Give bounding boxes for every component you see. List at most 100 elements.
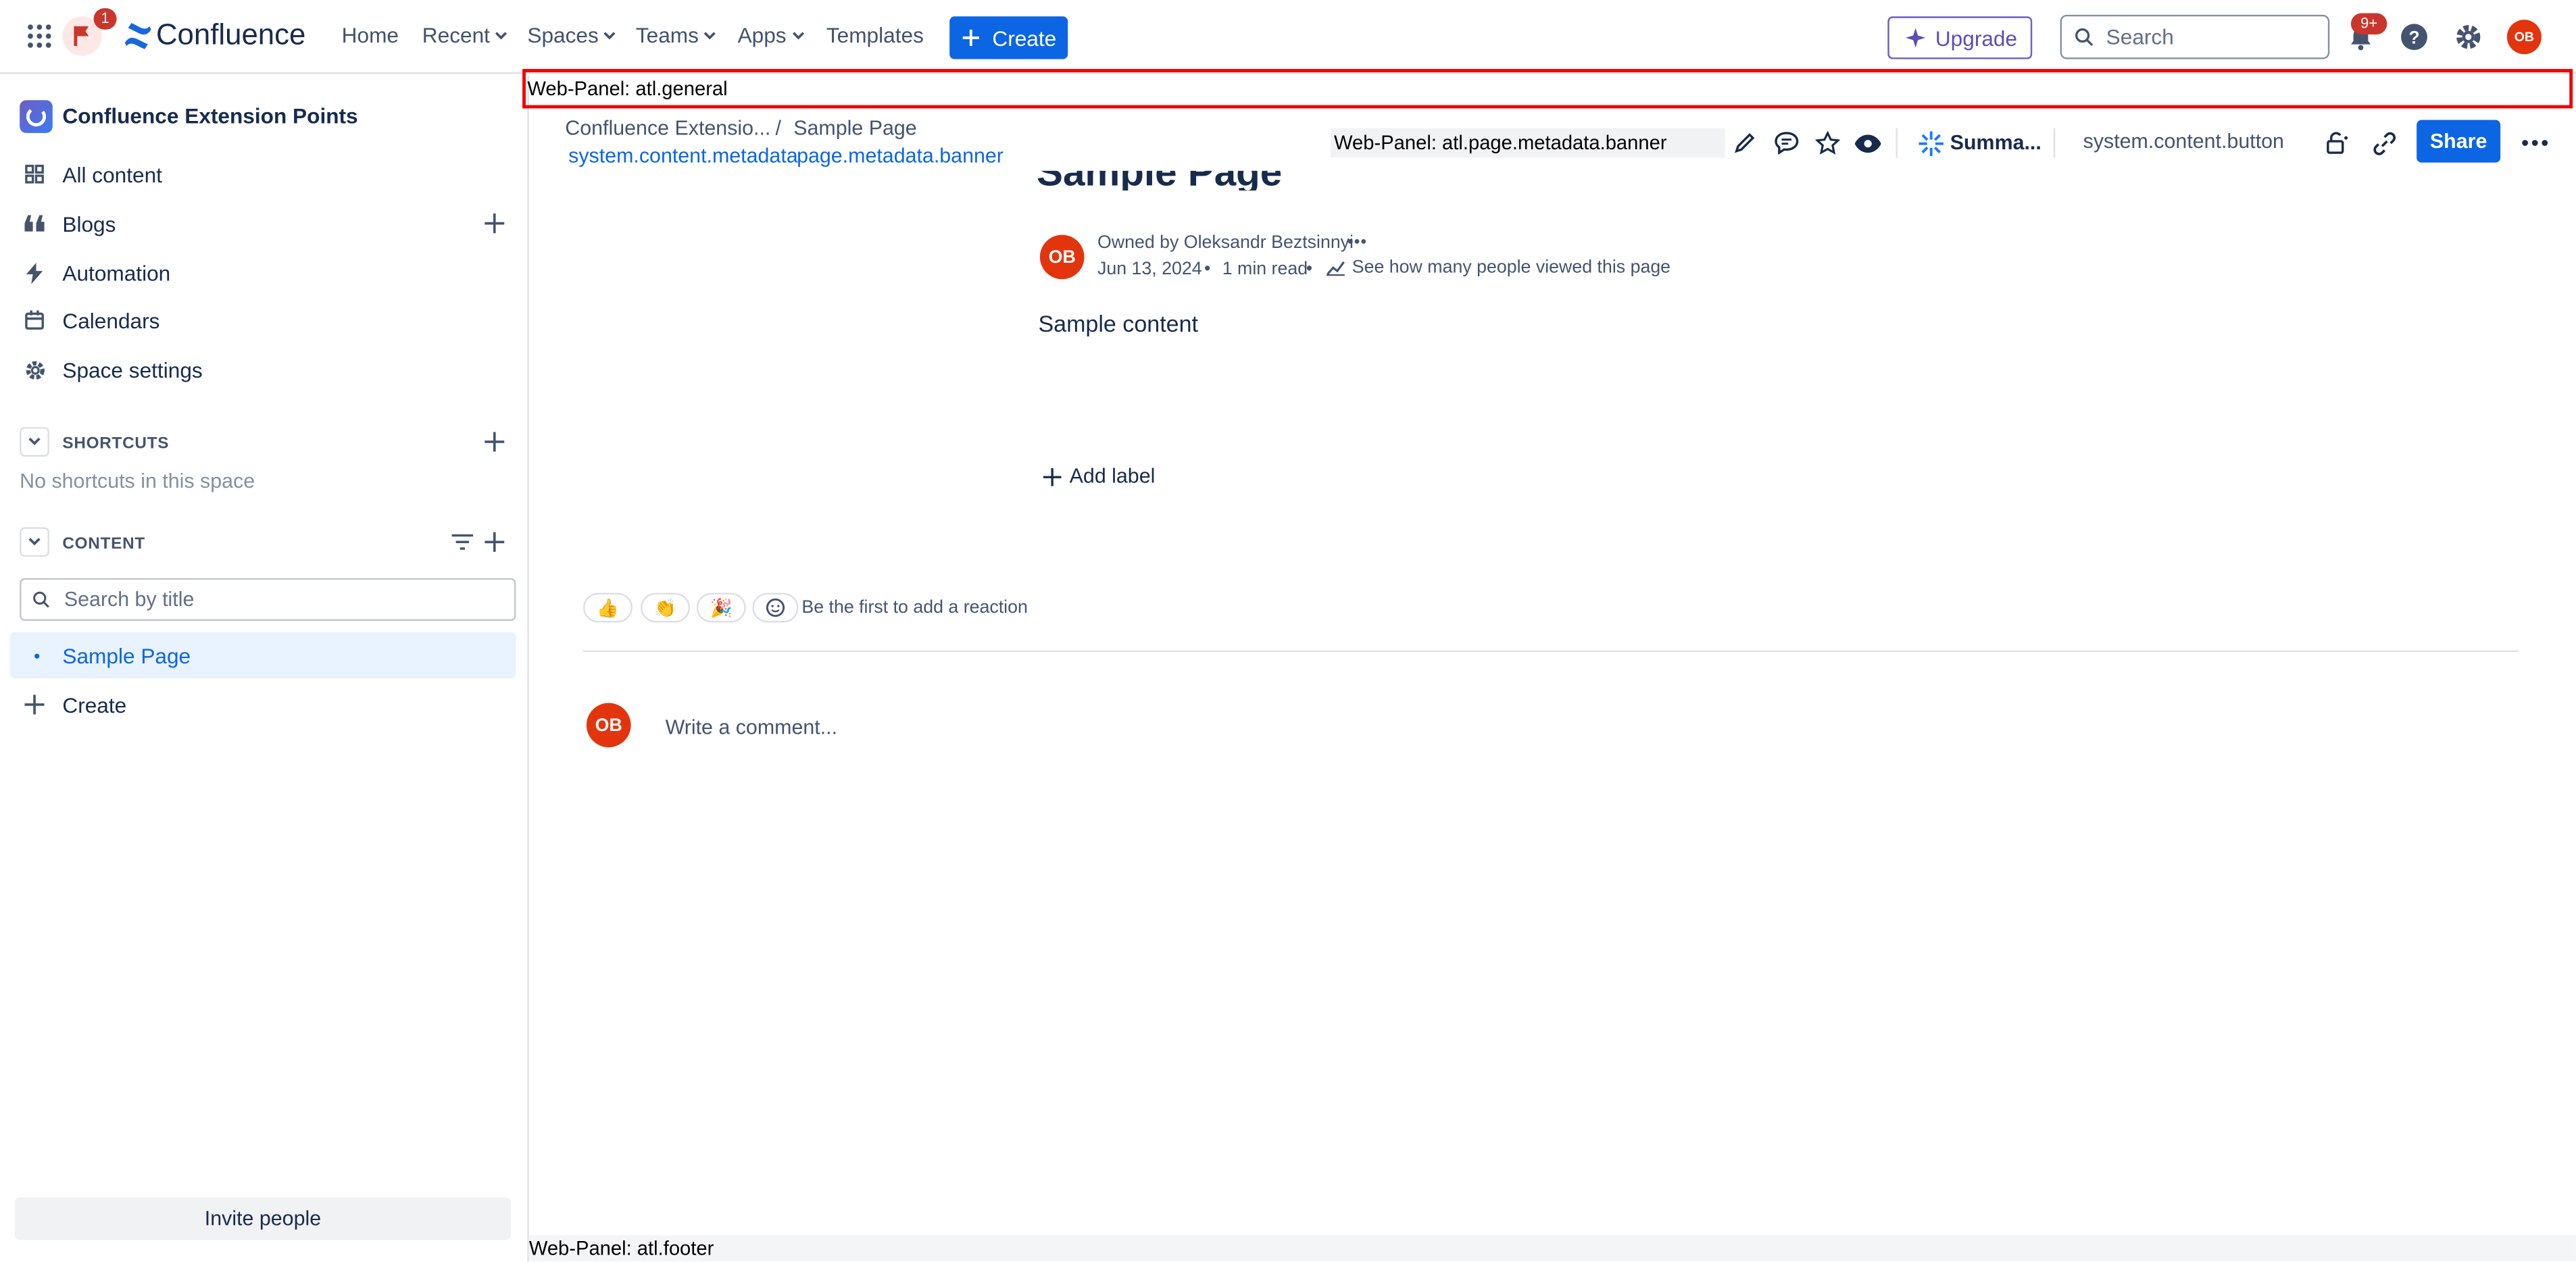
nav-teams[interactable]: Teams: [635, 23, 717, 48]
add-reaction-button[interactable]: [752, 592, 799, 623]
shortcuts-collapse-toggle[interactable]: [20, 427, 49, 457]
content-heading: CONTENT: [62, 535, 146, 554]
nav-teams-label: Teams: [635, 23, 699, 48]
search-input[interactable]: Search: [2060, 14, 2330, 59]
chevron-down-icon: [28, 538, 41, 546]
add-label-button[interactable]: Add label: [1043, 465, 1155, 488]
create-button-label: Create: [992, 25, 1057, 51]
plus-icon: [1043, 467, 1062, 486]
space-name[interactable]: Confluence Extension Points: [62, 103, 357, 128]
search-by-title-input[interactable]: Search by title: [20, 578, 516, 621]
nav-apps-label: Apps: [737, 23, 787, 48]
upgrade-button[interactable]: Upgrade: [1887, 16, 2033, 59]
notification-badge: 1: [93, 8, 117, 30]
watch-eye-icon[interactable]: [1852, 126, 1885, 159]
updates-badge: 9+: [2350, 13, 2387, 35]
sidebar-item-calendars[interactable]: Calendars: [0, 297, 526, 343]
plus-icon: [962, 29, 979, 47]
chevron-down-icon: [704, 31, 716, 39]
nav-spaces[interactable]: Spaces: [527, 23, 616, 48]
tree-item-sample-page[interactable]: Sample Page: [9, 632, 516, 679]
summarize-button[interactable]: Summa...: [1918, 128, 2041, 158]
content-metadata-link[interactable]: system.content.metadata: [568, 145, 798, 168]
plus-icon: [22, 691, 48, 717]
page-body-text: Sample content: [1038, 310, 1198, 337]
upgrade-button-label: Upgrade: [1935, 25, 2018, 51]
web-panel-footer: Web-Panel: atl.footer: [528, 1235, 2576, 1262]
analytics-chart-icon: [1327, 261, 1345, 276]
breadcrumb-page[interactable]: Sample Page: [793, 117, 916, 140]
gear-icon: [22, 357, 48, 383]
reaction-clap-button[interactable]: 👏: [641, 592, 691, 623]
nav-recent[interactable]: Recent: [422, 23, 508, 48]
nav-templates-label: Templates: [826, 23, 924, 48]
comment-input[interactable]: Write a comment...: [666, 716, 837, 739]
sidebar-item-space-settings[interactable]: Space settings: [0, 347, 526, 393]
more-actions-icon[interactable]: [2519, 126, 2552, 159]
nav-apps[interactable]: Apps: [737, 23, 805, 48]
user-avatar[interactable]: OB: [2506, 20, 2542, 55]
breadcrumb-separator: /: [775, 116, 781, 140]
sidebar-item-automation[interactable]: Automation: [0, 250, 526, 296]
owner-text[interactable]: Owned by Oleksandr Beztsinnyi: [1097, 233, 1354, 253]
help-icon[interactable]: ?: [2398, 22, 2428, 51]
toolbar-divider: [1896, 128, 1898, 158]
content-collapse-toggle[interactable]: [20, 527, 49, 557]
reaction-thumbs-up-button[interactable]: 👍: [583, 592, 633, 623]
nav-spaces-label: Spaces: [527, 23, 599, 48]
nav-templates[interactable]: Templates: [826, 23, 924, 47]
confluence-logo-icon[interactable]: [123, 22, 153, 51]
invite-people-button[interactable]: Invite people: [14, 1197, 512, 1240]
page-views-link[interactable]: See how many people viewed this page: [1326, 258, 1670, 278]
sidebar-item-all-content[interactable]: All content: [0, 151, 526, 197]
sidebar-item-label: Calendars: [62, 307, 160, 333]
search-placeholder: Search: [2106, 24, 2174, 49]
read-time: 1 min read: [1222, 259, 1308, 280]
sidebar-create-button[interactable]: Create: [0, 682, 526, 728]
chevron-down-icon: [792, 31, 804, 39]
brand-name[interactable]: Confluence: [156, 18, 305, 53]
bullet-icon: [34, 653, 40, 659]
breadcrumb-space[interactable]: Confluence Extensio...: [565, 117, 770, 140]
shortcuts-heading: SHORTCUTS: [62, 435, 170, 453]
sidebar-item-label: Automation: [62, 260, 171, 285]
smiley-add-icon: [766, 598, 785, 617]
reaction-prompt: Be the first to add a reaction: [801, 597, 1028, 618]
edit-pencil-icon[interactable]: [1729, 126, 1762, 159]
share-button[interactable]: Share: [2417, 120, 2501, 163]
copy-link-icon[interactable]: [2367, 126, 2400, 159]
top-navigation: 1 Confluence Home Recent Spaces Teams Ap…: [0, 0, 2576, 74]
add-shortcut-plus-icon[interactable]: [483, 430, 506, 453]
system-content-button[interactable]: system.content.button: [2083, 130, 2284, 153]
app-switcher-icon[interactable]: [24, 22, 54, 51]
settings-gear-icon[interactable]: [2453, 22, 2483, 51]
nav-recent-label: Recent: [422, 23, 490, 48]
space-sidebar: Confluence Extension Points All content …: [0, 75, 529, 1262]
chevron-down-icon: [495, 31, 507, 39]
sidebar-item-label: Space settings: [62, 357, 203, 382]
search-icon: [2075, 28, 2094, 47]
create-button[interactable]: Create: [949, 16, 1068, 59]
commenter-avatar: OB: [586, 703, 631, 748]
chevron-down-icon: [28, 437, 41, 445]
byline-more-icon[interactable]: [1347, 238, 1370, 249]
bullet-separator: •: [1306, 259, 1313, 280]
add-blog-plus-icon[interactable]: [483, 212, 506, 235]
space-logo-icon[interactable]: [20, 100, 53, 133]
shortcuts-empty-text: No shortcuts in this space: [20, 470, 255, 493]
owner-avatar[interactable]: OB: [1039, 234, 1085, 280]
sidebar-item-blogs[interactable]: Blogs: [0, 201, 526, 247]
restrictions-lock-icon[interactable]: [2321, 126, 2354, 159]
reaction-party-button[interactable]: 🎉: [696, 592, 746, 623]
star-icon[interactable]: [1810, 126, 1843, 159]
all-content-icon: [22, 161, 48, 187]
nav-home-label: Home: [341, 23, 399, 48]
add-content-plus-icon[interactable]: [483, 530, 506, 553]
comment-icon[interactable]: [1769, 126, 1802, 159]
nav-home[interactable]: Home: [342, 23, 399, 47]
chevron-down-icon: [604, 31, 616, 39]
sparkle-icon: [1906, 28, 1926, 48]
page-metadata-banner-link[interactable]: page.metadata.banner: [797, 145, 1004, 168]
filter-icon[interactable]: [450, 530, 473, 553]
web-panel-metadata-banner: Web-Panel: atl.page.metadata.banner: [1331, 128, 1725, 158]
